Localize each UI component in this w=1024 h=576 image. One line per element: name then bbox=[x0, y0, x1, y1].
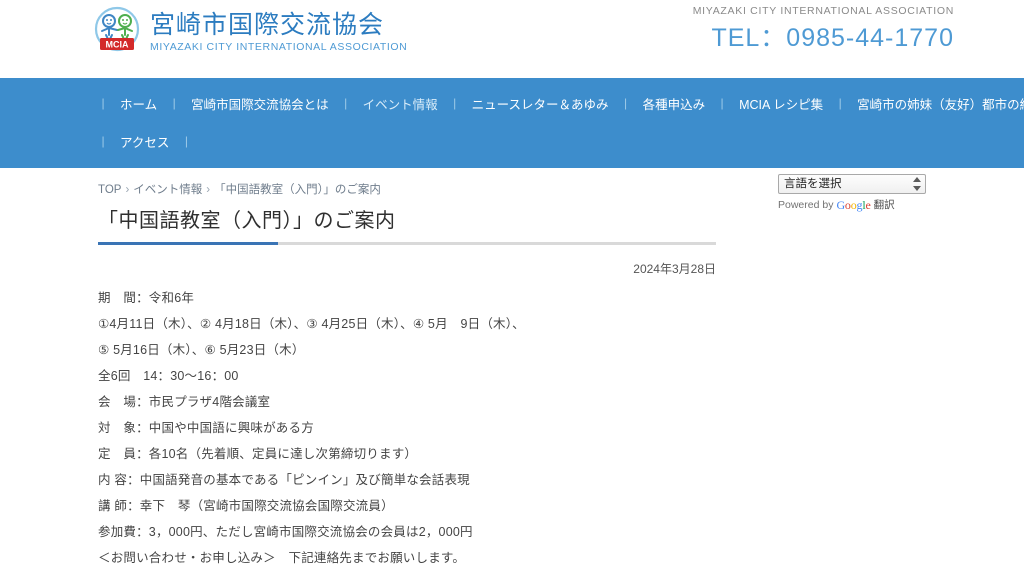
nav-separator: | bbox=[838, 96, 842, 110]
nav-separator: | bbox=[344, 96, 348, 110]
article-body: 期 間：令和6年 ①4月11日（木）、② 4月18日（木）、③ 4月25日（木）… bbox=[98, 290, 718, 567]
nav-separator: | bbox=[453, 96, 457, 110]
breadcrumb-current: 「中国語教室（入門）」のご案内 bbox=[214, 184, 381, 196]
google-translate-widget: 言語を選択 Powered by Google 翻訳 bbox=[778, 174, 928, 212]
article-line: 内 容：中国語発音の基本である「ピンイン」及び簡単な会話表現 bbox=[98, 473, 470, 487]
article-line: ⑤ 5月16日（木）、⑥ 5月23日（木） bbox=[98, 343, 305, 357]
breadcrumb-top[interactable]: TOP bbox=[98, 184, 121, 196]
nav-separator: | bbox=[101, 134, 105, 148]
nav-item-newsletter[interactable]: ニュースレター＆あゆみ bbox=[466, 92, 615, 115]
nav-item-events[interactable]: イベント情報 bbox=[357, 92, 444, 115]
chevron-updown-icon[interactable] bbox=[913, 177, 921, 191]
article-line: 定 員：各10名（先着順、定員に達し次第締切ります） bbox=[98, 447, 418, 461]
article-line: 参加費：3，000円、ただし宮崎市国際交流協会の会員は2，000円 bbox=[98, 525, 473, 539]
breadcrumb-section[interactable]: イベント情報 bbox=[133, 184, 202, 196]
article-line: 期 間：令和6年 bbox=[98, 291, 195, 305]
nav-separator: | bbox=[624, 96, 628, 110]
nav-separator: | bbox=[184, 134, 188, 148]
nav-row-secondary: | アクセス | bbox=[0, 122, 1024, 160]
article-line: 対 象：中国や中国語に興味がある方 bbox=[98, 421, 314, 435]
article-line: ＜お問い合わせ・お申し込み＞ 下記連絡先までお願いします。 bbox=[98, 551, 466, 565]
main-navigation: | ホーム | 宮崎市国際交流協会とは | イベント情報 | ニュースレター＆あ… bbox=[0, 78, 1024, 168]
nav-row-primary: | ホーム | 宮崎市国際交流協会とは | イベント情報 | ニュースレター＆あ… bbox=[0, 84, 1024, 122]
nav-item-recipes[interactable]: MCIA レシピ集 bbox=[733, 92, 829, 115]
nav-item-sister-cities[interactable]: 宮崎市の姉妹（友好）都市の紹介 bbox=[851, 92, 1024, 115]
language-select-value: 言語を選択 bbox=[784, 178, 842, 190]
nav-item-home[interactable]: ホーム bbox=[114, 92, 163, 115]
article-line: 会 場：市民プラザ4階会議室 bbox=[98, 395, 271, 409]
nav-item-access[interactable]: アクセス bbox=[114, 130, 175, 153]
google-letter-g1: G bbox=[836, 198, 845, 212]
site-header: MCIA 宮崎市国際交流協会 MIYAZAKI CITY INTERNATION… bbox=[0, 0, 1024, 78]
header-association-name: MIYAZAKI CITY INTERNATIONAL ASSOCIATION bbox=[692, 5, 954, 17]
nav-separator: | bbox=[720, 96, 724, 110]
article-line: 講 師：幸下 琴（宮崎市国際交流協会国際交流員） bbox=[98, 499, 394, 513]
title-underline bbox=[98, 242, 716, 245]
google-letter-e: e bbox=[865, 198, 871, 212]
logo-title-en: MIYAZAKI CITY INTERNATIONAL ASSOCIATION bbox=[150, 41, 408, 53]
site-logo[interactable]: MCIA 宮崎市国際交流協会 MIYAZAKI CITY INTERNATION… bbox=[88, 6, 407, 54]
nav-item-applications[interactable]: 各種申込み bbox=[637, 92, 712, 115]
mcia-logo-icon: MCIA bbox=[88, 6, 146, 54]
header-telephone: TEL：0985-44-1770 bbox=[711, 24, 954, 52]
header-contact: MIYAZAKI CITY INTERNATIONAL ASSOCIATION … bbox=[693, 5, 954, 52]
breadcrumb: TOP › イベント情報 › 「中国語教室（入門）」のご案内 bbox=[98, 182, 718, 198]
mcia-badge-text: MCIA bbox=[106, 40, 129, 50]
translate-label: 翻訳 bbox=[873, 199, 895, 211]
article-line: 全6回 14：30〜16：00 bbox=[98, 369, 239, 383]
nav-item-about[interactable]: 宮崎市国際交流協会とは bbox=[185, 92, 335, 115]
nav-separator: | bbox=[101, 96, 105, 110]
nav-separator: | bbox=[172, 96, 176, 110]
powered-by-label: Powered by bbox=[778, 199, 834, 211]
post-date: 2024年3月28日 bbox=[633, 262, 716, 276]
breadcrumb-arrow: › bbox=[125, 184, 130, 196]
google-logo-icon: Google bbox=[836, 198, 870, 212]
powered-by-google: Powered by Google 翻訳 bbox=[778, 198, 928, 212]
logo-title-jp: 宮崎市国際交流協会 bbox=[150, 11, 385, 39]
language-select[interactable]: 言語を選択 bbox=[778, 174, 926, 194]
article-line: ①4月11日（木）、② 4月18日（木）、③ 4月25日（木）、④ 5月 9日（… bbox=[98, 317, 525, 331]
breadcrumb-arrow: › bbox=[206, 184, 211, 196]
page-title: 「中国語教室（入門）」のご案内 bbox=[98, 210, 396, 232]
